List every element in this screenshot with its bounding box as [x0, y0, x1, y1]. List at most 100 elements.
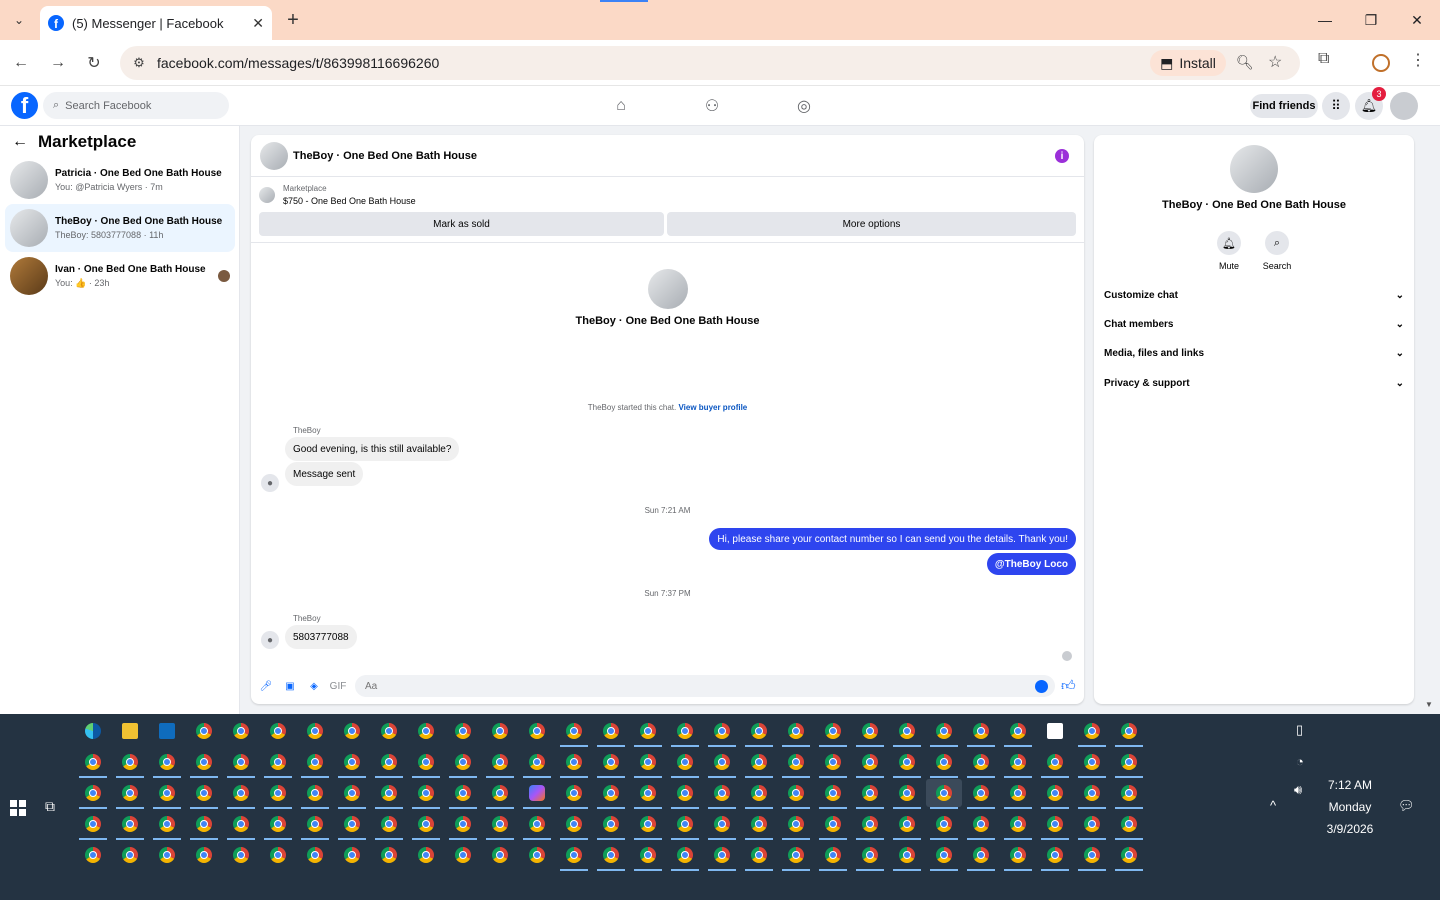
chrome-icon[interactable]: [122, 785, 138, 801]
chrome-icon[interactable]: [714, 754, 730, 770]
chrome-icon[interactable]: [603, 847, 619, 863]
chrome-icon[interactable]: [270, 723, 286, 739]
chrome-icon[interactable]: [899, 816, 915, 832]
chrome-icon[interactable]: [973, 723, 989, 739]
chrome-icon[interactable]: [85, 754, 101, 770]
chrome-icon[interactable]: [1010, 754, 1026, 770]
chrome-icon[interactable]: [677, 723, 693, 739]
chrome-icon[interactable]: [307, 785, 323, 801]
chrome-icon[interactable]: [566, 785, 582, 801]
chrome-icon[interactable]: [640, 847, 656, 863]
chrome-icon[interactable]: [233, 723, 249, 739]
chrome-icon[interactable]: [418, 816, 434, 832]
chrome-icon[interactable]: [418, 785, 434, 801]
notifications-center-icon[interactable]: 💬︎: [1398, 798, 1415, 814]
chrome-icon[interactable]: [862, 816, 878, 832]
chrome-icon[interactable]: [418, 723, 434, 739]
copilot-icon[interactable]: [529, 785, 545, 801]
zoom-icon[interactable]: 🔍︎: [1236, 54, 1254, 71]
chrome-icon[interactable]: [973, 754, 989, 770]
extensions-icon[interactable]: ⧉: [1318, 50, 1329, 68]
chrome-icon[interactable]: [751, 785, 767, 801]
chrome-icon[interactable]: [677, 785, 693, 801]
chrome-icon[interactable]: [381, 847, 397, 863]
network-icon[interactable]: ◔: [1296, 754, 1304, 769]
chrome-icon[interactable]: [196, 754, 212, 770]
chrome-icon[interactable]: [1010, 785, 1026, 801]
chrome-icon[interactable]: [936, 723, 952, 739]
menu-grid-icon[interactable]: ⠿: [1322, 92, 1350, 120]
home-icon[interactable]: ⌂: [610, 95, 632, 117]
chrome-icon[interactable]: [196, 785, 212, 801]
chrome-icon[interactable]: [603, 754, 619, 770]
chrome-icon[interactable]: [1084, 847, 1100, 863]
chrome-icon[interactable]: [825, 847, 841, 863]
close-window-button[interactable]: ✕: [1394, 0, 1440, 40]
mute-button[interactable]: 🔔︎ Mute: [1209, 231, 1249, 271]
conversation-item[interactable]: Ivan · One Bed One Bath House You: 👍 · 2…: [5, 252, 235, 300]
chrome-icon[interactable]: [825, 723, 841, 739]
chrome-icon[interactable]: [381, 816, 397, 832]
chrome-icon[interactable]: [751, 754, 767, 770]
incoming-message[interactable]: 5803777088: [285, 625, 357, 649]
chrome-icon[interactable]: [1047, 816, 1063, 832]
chrome-icon[interactable]: [640, 723, 656, 739]
chrome-icon[interactable]: [1084, 816, 1100, 832]
chrome-icon[interactable]: [899, 754, 915, 770]
chrome-icon[interactable]: [825, 754, 841, 770]
chrome-icon[interactable]: [122, 754, 138, 770]
chrome-icon[interactable]: [862, 723, 878, 739]
new-tab-button[interactable]: +: [282, 8, 304, 32]
file-explorer-icon[interactable]: [122, 723, 138, 739]
active-tab[interactable]: f (5) Messenger | Facebook ✕: [40, 6, 272, 40]
chrome-icon[interactable]: [1047, 847, 1063, 863]
site-info-icon[interactable]: ⚙: [130, 54, 148, 72]
task-view-icon[interactable]: ⧉: [45, 798, 63, 816]
chrome-icon[interactable]: [1121, 785, 1137, 801]
chrome-icon[interactable]: [85, 785, 101, 801]
chrome-icon[interactable]: [603, 785, 619, 801]
facebook-search-input[interactable]: ⌕ Search Facebook: [43, 92, 229, 119]
more-options-button[interactable]: More options: [667, 212, 1076, 236]
clock-time[interactable]: 7:12 AM: [1310, 778, 1390, 792]
chrome-icon[interactable]: [455, 754, 471, 770]
chrome-icon[interactable]: [825, 816, 841, 832]
chrome-icon[interactable]: [307, 723, 323, 739]
groups-icon[interactable]: ◎: [793, 95, 815, 117]
chrome-icon[interactable]: [159, 816, 175, 832]
address-bar[interactable]: ⚙ facebook.com/messages/t/86399811669626…: [120, 46, 1300, 80]
chrome-icon[interactable]: [418, 847, 434, 863]
chrome-icon[interactable]: [196, 847, 212, 863]
chrome-icon[interactable]: [307, 847, 323, 863]
forward-button[interactable]: →: [45, 50, 71, 76]
chrome-icon[interactable]: [233, 785, 249, 801]
browser-menu-icon[interactable]: ⋮: [1410, 50, 1426, 70]
chrome-icon[interactable]: [1047, 754, 1063, 770]
chrome-icon[interactable]: [825, 785, 841, 801]
restore-button[interactable]: ❐: [1348, 0, 1394, 40]
account-avatar[interactable]: [1390, 92, 1418, 120]
chrome-icon[interactable]: [566, 754, 582, 770]
chrome-icon[interactable]: [862, 785, 878, 801]
chrome-icon[interactable]: [899, 785, 915, 801]
chrome-icon[interactable]: [1084, 754, 1100, 770]
details-avatar[interactable]: [1230, 145, 1278, 193]
chrome-icon[interactable]: [973, 847, 989, 863]
chrome-icon[interactable]: [1121, 723, 1137, 739]
chrome-icon[interactable]: [270, 754, 286, 770]
chrome-icon[interactable]: [159, 754, 175, 770]
show-hidden-icons-chevron-icon[interactable]: ^: [1270, 798, 1276, 813]
chrome-icon[interactable]: [492, 785, 508, 801]
chrome-icon[interactable]: [85, 847, 101, 863]
chrome-icon[interactable]: [640, 816, 656, 832]
chrome-icon[interactable]: [85, 816, 101, 832]
windows-start-icon[interactable]: [10, 800, 26, 816]
close-tab-icon[interactable]: ✕: [252, 15, 264, 32]
chrome-icon[interactable]: [788, 723, 804, 739]
chrome-icon[interactable]: [529, 723, 545, 739]
chrome-icon[interactable]: [1121, 816, 1137, 832]
chrome-icon[interactable]: [529, 847, 545, 863]
chrome-icon[interactable]: [529, 816, 545, 832]
chrome-icon[interactable]: [714, 785, 730, 801]
chrome-icon[interactable]: [233, 816, 249, 832]
